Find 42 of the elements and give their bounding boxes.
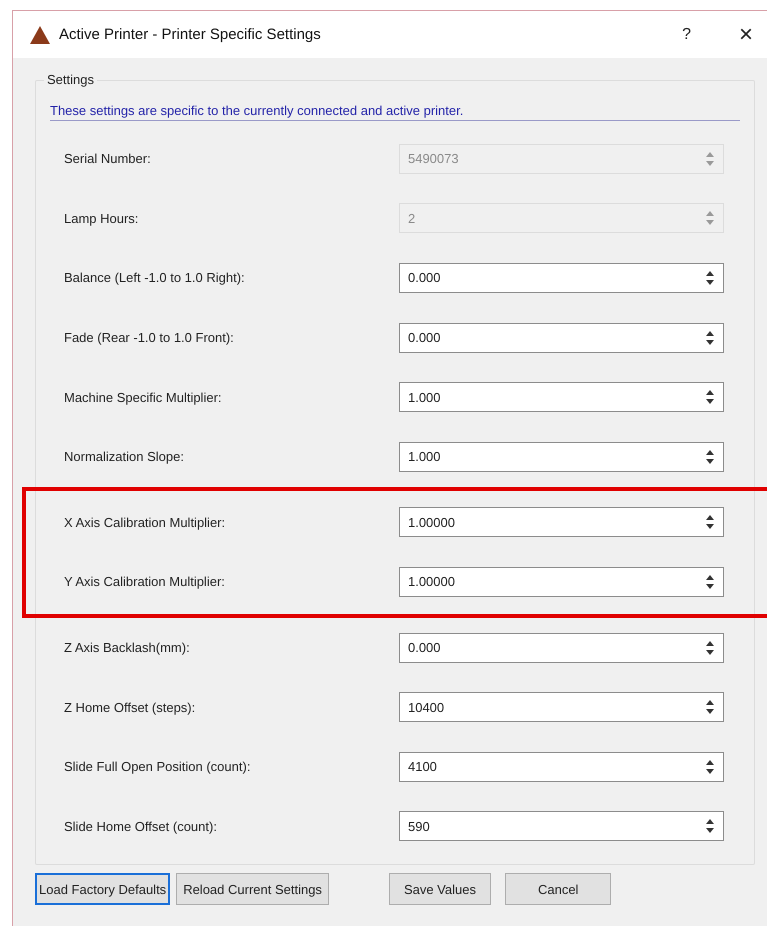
spin-box[interactable]: 1.000 bbox=[398, 382, 724, 412]
spin-box[interactable]: 4100 bbox=[398, 752, 724, 782]
field-label: X Axis Calibration Multiplier: bbox=[64, 514, 226, 530]
field-label: Z Home Offset (steps): bbox=[64, 700, 196, 715]
spin-arrows-icon[interactable] bbox=[705, 514, 715, 530]
spin-arrows-icon[interactable] bbox=[705, 330, 715, 346]
spin-arrows-icon[interactable] bbox=[705, 818, 715, 834]
spin-arrows-icon[interactable] bbox=[705, 270, 715, 286]
spin-arrows-icon[interactable] bbox=[705, 640, 715, 656]
spin-arrows-icon[interactable] bbox=[705, 448, 715, 465]
field-label: Machine Specific Multiplier: bbox=[64, 390, 223, 405]
field-label: Y Axis Calibration Multiplier: bbox=[64, 574, 226, 590]
dialog-button[interactable]: Load Factory Defaults bbox=[35, 873, 170, 906]
group-title: Settings bbox=[44, 72, 97, 87]
field-label: Lamp Hours: bbox=[64, 210, 140, 226]
warning-triangle-icon bbox=[29, 24, 51, 44]
spin-arrows-icon[interactable] bbox=[705, 758, 715, 775]
field-label: Slide Full Open Position (count): bbox=[64, 759, 252, 774]
spin-box[interactable]: 590 bbox=[398, 811, 724, 842]
spin-box[interactable]: 10400 bbox=[398, 692, 724, 722]
spin-arrows-icon[interactable] bbox=[705, 574, 715, 590]
window-title: Active Printer - Printer Specific Settings bbox=[59, 26, 322, 43]
dialog-button[interactable]: Save Values bbox=[388, 873, 491, 906]
field-label: Serial Number: bbox=[64, 151, 152, 166]
dialog-button[interactable]: Reload Current Settings bbox=[176, 873, 329, 906]
spin-box[interactable]: 1.00000 bbox=[398, 566, 724, 597]
spin-box[interactable]: 0.000 bbox=[398, 322, 724, 353]
spin-arrows-icon[interactable] bbox=[705, 699, 715, 716]
field-label: Slide Home Offset (count): bbox=[64, 818, 218, 834]
help-button[interactable]: ? bbox=[682, 26, 691, 44]
field-label: Z Axis Backlash(mm): bbox=[64, 640, 191, 656]
field-label: Normalization Slope: bbox=[64, 449, 185, 464]
close-button[interactable]: × bbox=[738, 20, 753, 48]
dialog-button[interactable]: Cancel bbox=[504, 873, 612, 906]
spin-arrows-icon[interactable] bbox=[705, 389, 715, 406]
spin-box[interactable]: 1.00000 bbox=[398, 507, 724, 538]
field-label: Fade (Rear -1.0 to 1.0 Front): bbox=[64, 330, 235, 346]
spin-box[interactable]: 0.000 bbox=[398, 632, 724, 663]
field-label: Balance (Left -1.0 to 1.0 Right): bbox=[64, 270, 246, 286]
spin-box[interactable]: 0.000 bbox=[398, 262, 724, 293]
spin-box[interactable]: 1.000 bbox=[398, 442, 724, 472]
info-text: These settings are specific to the currently connected and active printer. bbox=[50, 103, 740, 121]
